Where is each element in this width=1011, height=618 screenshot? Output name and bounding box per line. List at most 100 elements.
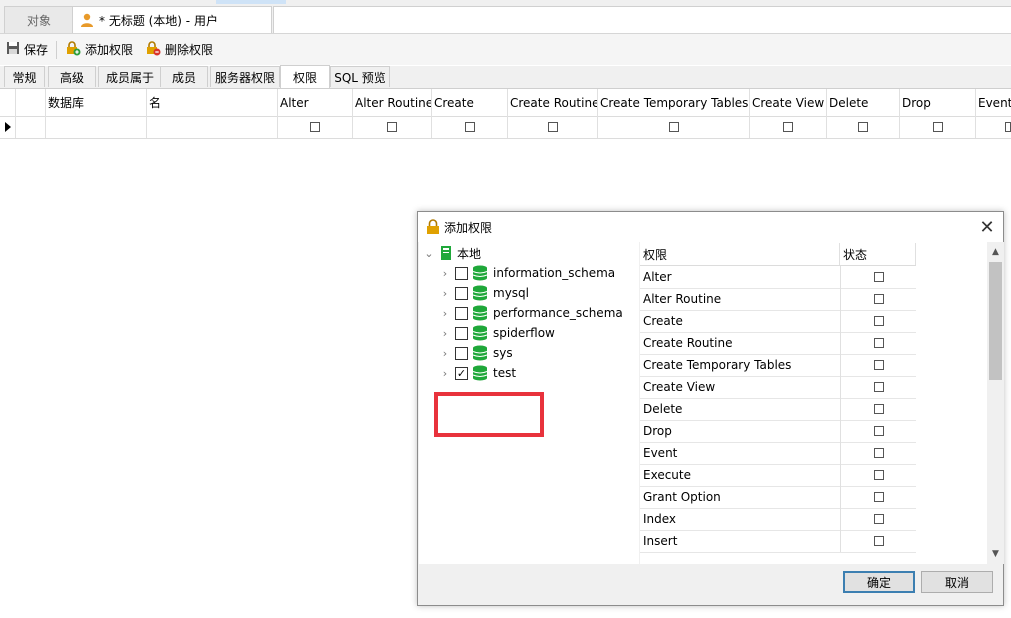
tab-general[interactable]: 常规 bbox=[4, 66, 45, 87]
status-checkbox[interactable] bbox=[874, 360, 884, 370]
list-item[interactable]: Index bbox=[640, 508, 916, 531]
col-alter-routine[interactable]: Alter Routine bbox=[353, 89, 432, 116]
col-create-view[interactable]: Create View bbox=[750, 89, 827, 116]
status-checkbox[interactable] bbox=[874, 294, 884, 304]
status-checkbox[interactable] bbox=[874, 470, 884, 480]
col-alter[interactable]: Alter bbox=[278, 89, 353, 116]
db-checkbox-checked[interactable]: ✓ bbox=[455, 366, 468, 380]
chevron-right-icon[interactable]: › bbox=[439, 327, 451, 340]
status-checkbox[interactable] bbox=[874, 404, 884, 414]
drop-checkbox[interactable] bbox=[932, 122, 943, 132]
cell-alter[interactable] bbox=[278, 116, 353, 138]
status-cell[interactable] bbox=[840, 288, 917, 310]
status-cell[interactable] bbox=[840, 332, 917, 354]
status-cell[interactable] bbox=[840, 442, 917, 464]
list-item[interactable]: Alter Routine bbox=[640, 288, 916, 311]
cell-create-view[interactable] bbox=[750, 116, 827, 138]
delete-checkbox[interactable] bbox=[858, 122, 868, 132]
col-create[interactable]: Create bbox=[432, 89, 508, 116]
list-item[interactable]: Alter bbox=[640, 266, 916, 289]
scroll-down-icon[interactable]: ▼ bbox=[987, 546, 1004, 562]
chevron-right-icon[interactable]: › bbox=[439, 367, 451, 380]
tab-server-privileges[interactable]: 服务器权限 bbox=[210, 66, 280, 87]
cell-create[interactable] bbox=[432, 116, 508, 138]
status-cell[interactable] bbox=[840, 310, 917, 332]
col-status[interactable]: 状态 bbox=[840, 243, 916, 265]
list-item[interactable]: Create View bbox=[640, 376, 916, 399]
create-view-checkbox[interactable] bbox=[783, 122, 793, 132]
list-item[interactable]: Drop bbox=[640, 420, 916, 443]
cell-event[interactable] bbox=[976, 116, 1011, 138]
tree-db-test[interactable]: › ✓ test bbox=[439, 363, 516, 383]
status-cell[interactable] bbox=[840, 486, 917, 508]
status-cell[interactable] bbox=[840, 266, 917, 288]
status-checkbox[interactable] bbox=[874, 426, 884, 436]
status-checkbox[interactable] bbox=[874, 448, 884, 458]
alter-routine-checkbox[interactable] bbox=[387, 122, 397, 132]
tree-db-information-schema[interactable]: › information_schema bbox=[439, 263, 615, 283]
db-checkbox[interactable] bbox=[455, 326, 468, 340]
cell-create-temporary-tables[interactable] bbox=[598, 116, 750, 138]
cell-alter-routine[interactable] bbox=[353, 116, 432, 138]
tab-privileges[interactable]: 权限 bbox=[280, 65, 330, 88]
list-item[interactable]: Insert bbox=[640, 530, 916, 553]
db-checkbox[interactable] bbox=[455, 346, 468, 360]
tree-db-performance-schema[interactable]: › performance_schema bbox=[439, 303, 623, 323]
cancel-button[interactable]: 取消 bbox=[921, 571, 993, 593]
status-cell[interactable] bbox=[840, 398, 917, 420]
tab-objects[interactable]: 对象 bbox=[4, 6, 74, 33]
col-create-temporary-tables[interactable]: Create Temporary Tables bbox=[598, 89, 750, 116]
tab-advanced[interactable]: 高级 bbox=[48, 66, 96, 87]
db-checkbox[interactable] bbox=[455, 286, 468, 300]
status-cell[interactable] bbox=[840, 376, 917, 398]
tab-member-of[interactable]: 成员属于 bbox=[98, 66, 162, 87]
close-icon[interactable]: ✕ bbox=[977, 217, 997, 238]
list-item[interactable]: Delete bbox=[640, 398, 916, 421]
list-item[interactable]: Create Temporary Tables bbox=[640, 354, 916, 377]
status-checkbox[interactable] bbox=[874, 382, 884, 392]
chevron-right-icon[interactable]: › bbox=[439, 347, 451, 360]
tab-members[interactable]: 成员 bbox=[160, 66, 208, 87]
col-create-routine[interactable]: Create Routine bbox=[508, 89, 598, 116]
create-routine-checkbox[interactable] bbox=[547, 122, 558, 132]
chevron-right-icon[interactable]: › bbox=[439, 307, 451, 320]
list-item[interactable]: Create bbox=[640, 310, 916, 333]
create-checkbox[interactable] bbox=[464, 122, 475, 132]
cell-create-routine[interactable] bbox=[508, 116, 598, 138]
dialog-title-bar[interactable]: 添加权限 ✕ bbox=[418, 212, 1003, 242]
col-privilege[interactable]: 权限 bbox=[640, 243, 840, 265]
status-checkbox[interactable] bbox=[874, 316, 884, 326]
scroll-up-icon[interactable]: ▲ bbox=[987, 244, 1004, 260]
list-item[interactable]: Execute bbox=[640, 464, 916, 487]
db-checkbox[interactable] bbox=[455, 266, 468, 280]
cell-drop[interactable] bbox=[900, 116, 976, 138]
cell-database[interactable] bbox=[46, 116, 147, 138]
vertical-scrollbar[interactable]: ▲ ▼ bbox=[987, 242, 1004, 564]
alter-checkbox[interactable] bbox=[310, 122, 320, 132]
status-checkbox[interactable] bbox=[874, 338, 884, 348]
tab-user-editor[interactable]: * 无标题 (本地) - 用户 bbox=[72, 6, 272, 33]
status-cell[interactable] bbox=[840, 530, 917, 552]
table-row[interactable] bbox=[0, 116, 1011, 139]
status-checkbox[interactable] bbox=[874, 492, 884, 502]
delete-privilege-button[interactable]: 删除权限 bbox=[139, 38, 219, 62]
tree-db-sys[interactable]: › sys bbox=[439, 343, 513, 363]
db-checkbox[interactable] bbox=[455, 306, 468, 320]
create-temporary-tables-checkbox[interactable] bbox=[668, 122, 679, 132]
status-checkbox[interactable] bbox=[874, 536, 884, 546]
scrollbar-thumb[interactable] bbox=[989, 262, 1002, 380]
list-item[interactable]: Grant Option bbox=[640, 486, 916, 509]
tree-db-mysql[interactable]: › mysql bbox=[439, 283, 529, 303]
cell-name[interactable] bbox=[147, 116, 278, 138]
status-cell[interactable] bbox=[840, 420, 917, 442]
tab-sql-preview[interactable]: SQL 预览 bbox=[330, 66, 390, 87]
chevron-right-icon[interactable]: › bbox=[439, 267, 451, 280]
ok-button[interactable]: 确定 bbox=[843, 571, 915, 593]
col-delete[interactable]: Delete bbox=[827, 89, 900, 116]
col-drop[interactable]: Drop bbox=[900, 89, 976, 116]
status-checkbox[interactable] bbox=[874, 514, 884, 524]
tree-db-spiderflow[interactable]: › spiderflow bbox=[439, 323, 555, 343]
col-database[interactable]: 数据库 bbox=[46, 89, 147, 116]
status-cell[interactable] bbox=[840, 464, 917, 486]
status-cell[interactable] bbox=[840, 354, 917, 376]
